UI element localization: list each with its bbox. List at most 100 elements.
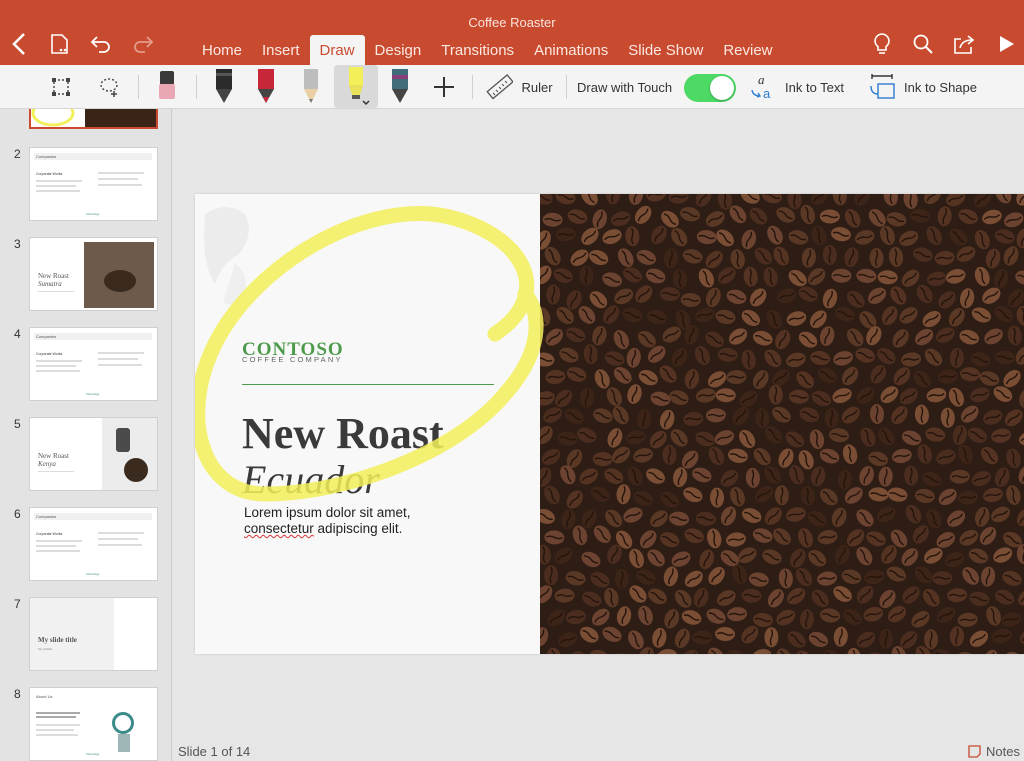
slide-number: 7	[14, 597, 21, 611]
thumbnail-photo	[84, 242, 154, 308]
tab-transitions[interactable]: Transitions	[431, 35, 524, 65]
pencil-tool[interactable]	[295, 65, 327, 109]
ruler-label: Ruler	[521, 79, 553, 95]
thumbnail-ink	[31, 109, 75, 127]
redo-icon	[134, 36, 154, 53]
highlighter-icon	[349, 67, 370, 106]
coffee-beans-photo[interactable]	[540, 194, 1024, 654]
ink-to-shape-button[interactable]: Ink to Shape	[868, 65, 986, 109]
tab-slide-show[interactable]: Slide Show	[618, 35, 713, 65]
pen-icon	[392, 69, 408, 103]
ruler-button[interactable]: Ruler	[483, 65, 555, 109]
ink-to-text-button[interactable]: aa Ink to Text	[749, 65, 851, 109]
pencil-icon	[304, 69, 318, 103]
lasso-select-button[interactable]	[95, 65, 125, 109]
slide-body-text[interactable]: Lorem ipsum dolor sit amet, consectetur …	[244, 505, 444, 537]
tab-insert[interactable]: Insert	[252, 35, 310, 65]
svg-text:a: a	[763, 86, 771, 101]
select-objects-button[interactable]	[46, 65, 76, 109]
slide-thumbnail-1[interactable]	[0, 109, 171, 131]
svg-text:a: a	[758, 72, 765, 87]
thumbnail-title: Companies	[36, 514, 57, 519]
thumbnail: Companies Corporate Works Visit Page	[29, 327, 158, 401]
search-button[interactable]	[908, 30, 938, 58]
slide-number: 3	[14, 237, 21, 251]
thumbnail-title: About Us	[36, 694, 53, 699]
draw-with-touch-toggle[interactable]	[684, 74, 736, 102]
toolbar-divider	[138, 75, 139, 99]
slide-number: 2	[14, 147, 21, 161]
file-button[interactable]	[45, 30, 75, 58]
slide-thumbnail-panel[interactable]: 2 Companies Corporate Works Visit Page 3…	[0, 109, 172, 761]
search-icon	[913, 34, 933, 54]
coffee-beans-image	[540, 194, 1024, 654]
tab-home[interactable]: Home	[192, 35, 252, 65]
slide-thumbnail-7[interactable]: 7 My slide title My subtitle	[0, 597, 171, 673]
thumbnail-subtitle: Sumatra	[38, 280, 62, 288]
slide-thumbnail-8[interactable]: 8 About Us Visit Page	[0, 687, 171, 761]
galaxy-pen-tool[interactable]	[384, 65, 416, 109]
slide-thumbnail-5[interactable]: 5 New Roast Kenya	[0, 417, 171, 493]
slide-thumbnail-6[interactable]: 6 Companies Corporate Works Visit Page	[0, 507, 171, 583]
thumbnail-subtitle: My subtitle	[38, 647, 53, 651]
slide-title[interactable]: New Roast	[242, 408, 444, 459]
back-button[interactable]	[4, 30, 34, 58]
ink-to-shape-icon	[870, 74, 895, 99]
tab-review[interactable]: Review	[713, 35, 782, 65]
thumbnail-photo	[85, 109, 156, 127]
thumbnail-heading: Corporate Works	[36, 352, 63, 356]
eraser-tool[interactable]	[152, 65, 182, 109]
toggle-knob	[710, 76, 734, 100]
add-pen-button[interactable]	[429, 65, 459, 109]
slide-subtitle[interactable]: Ecuador	[242, 456, 380, 503]
slide-thumbnail-3[interactable]: 3 New Roast Sumatra	[0, 237, 171, 313]
ink-to-text-icon: aa	[751, 72, 771, 101]
misspelled-word: consectetur	[244, 521, 314, 536]
eraser-body	[159, 84, 175, 99]
share-button[interactable]	[949, 30, 979, 58]
pen-icon	[258, 69, 274, 103]
tell-me-button[interactable]	[867, 30, 897, 58]
thumbnail	[29, 109, 158, 129]
red-pen-tool[interactable]	[250, 65, 282, 109]
thumbnail: My slide title My subtitle	[29, 597, 158, 671]
tab-animations[interactable]: Animations	[524, 35, 618, 65]
undo-icon	[90, 36, 110, 53]
divider-line	[242, 384, 494, 385]
current-slide[interactable]: CONTOSO COFFEE COMPANY New Roast Ecuador…	[195, 194, 1024, 654]
play-slideshow-button[interactable]	[991, 30, 1021, 58]
thumbnail-link: Visit Page	[86, 392, 100, 396]
title-bar: Coffee Roaster Home Insert Draw Design T…	[0, 0, 1024, 65]
plus-icon	[434, 77, 454, 97]
ruler-icon	[486, 74, 514, 100]
slide-number: 4	[14, 327, 21, 341]
lightbulb-icon	[874, 33, 890, 54]
slide-number: 5	[14, 417, 21, 431]
toolbar-divider	[472, 75, 473, 99]
slide-thumbnail-2[interactable]: 2 Companies Corporate Works Visit Page	[0, 147, 171, 223]
file-icon	[51, 34, 68, 54]
play-icon	[1000, 36, 1014, 52]
toolbar-divider	[196, 75, 197, 99]
black-pen-tool[interactable]	[208, 65, 240, 109]
thumbnail: New Roast Kenya	[29, 417, 158, 491]
thumbnail-title: New Roast	[38, 272, 69, 280]
document-title: Coffee Roaster	[468, 15, 556, 30]
status-bar: Slide 1 of 14 Notes	[173, 741, 1024, 761]
thumbnail-title: New Roast	[38, 452, 69, 460]
thumbnail: Companies Corporate Works Visit Page	[29, 147, 158, 221]
undo-button[interactable]	[86, 30, 116, 58]
notes-icon	[968, 745, 981, 758]
thumbnail: Companies Corporate Works Visit Page	[29, 507, 158, 581]
notes-button[interactable]: Notes	[968, 744, 1020, 759]
tab-design[interactable]: Design	[365, 35, 432, 65]
select-rectangle-icon	[52, 78, 70, 96]
redo-button[interactable]	[128, 30, 158, 58]
slide-count: Slide 1 of 14	[178, 744, 251, 759]
thumbnail-photo	[102, 418, 157, 490]
slide-thumbnail-4[interactable]: 4 Companies Corporate Works Visit Page	[0, 327, 171, 403]
yellow-highlighter-tool[interactable]	[334, 65, 378, 109]
tab-draw[interactable]: Draw	[309, 35, 365, 65]
notes-label: Notes	[986, 744, 1020, 759]
draw-toolbar: Ruler Draw with Touch aa Ink to Text Ink…	[0, 65, 1024, 109]
